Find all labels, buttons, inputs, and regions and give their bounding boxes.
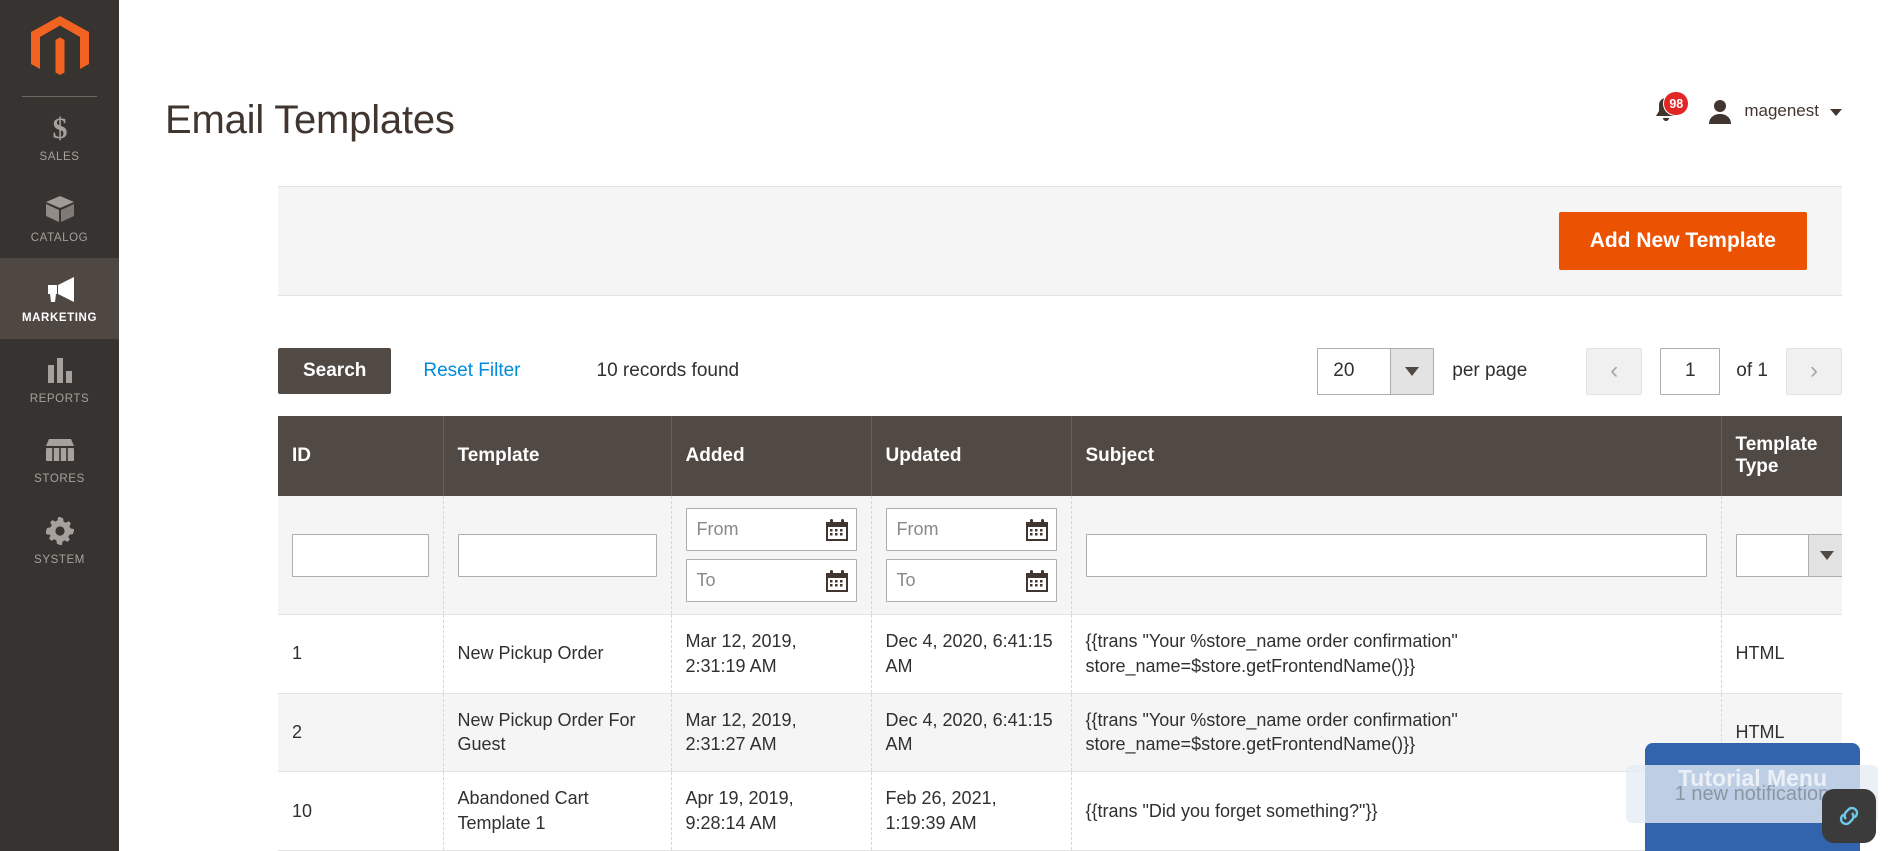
filter-updated-from-input[interactable] <box>885 508 1057 551</box>
cell-subject: {{trans "Your %store_name order confirma… <box>1071 614 1722 694</box>
per-page-label: per page <box>1452 360 1528 381</box>
sidebar: $ SALES CATALOG MARKETING REPORTS STORES… <box>0 0 119 851</box>
notification-badge: 98 <box>1663 91 1690 116</box>
column-header-added[interactable]: Added <box>671 416 872 496</box>
box-icon <box>45 194 75 224</box>
filter-id-input[interactable] <box>292 533 429 577</box>
filter-template-type-select[interactable] <box>1735 533 1842 577</box>
cell-subject: {{trans "Did you forget something?"}} <box>1071 771 1722 851</box>
user-menu[interactable]: magenest <box>1707 98 1842 124</box>
filter-cell-template-type <box>1721 496 1842 615</box>
per-page-value: 20 <box>1318 348 1391 394</box>
link-chain-icon <box>1839 806 1859 826</box>
filter-added-from <box>685 508 857 551</box>
filter-added-to <box>685 559 857 602</box>
cell-id: 1 <box>278 614 444 694</box>
column-header-template[interactable]: Template <box>443 416 672 496</box>
cell-updated: Dec 4, 2020, 6:41:15 AM <box>871 693 1072 773</box>
cell-template: New Pickup Order <box>443 614 672 694</box>
filter-template-type-value <box>1736 534 1808 576</box>
sidebar-item-label: CATALOG <box>30 231 89 244</box>
search-button[interactable]: Search <box>278 348 392 394</box>
sidebar-item-label: MARKETING <box>21 312 98 324</box>
page-actions-panel: Add New Template <box>278 186 1842 296</box>
magento-logo[interactable] <box>0 0 119 96</box>
filter-added-to-input[interactable] <box>685 559 857 602</box>
user-name: magenest <box>1744 101 1819 120</box>
filter-updated-to-input[interactable] <box>885 559 1057 602</box>
filter-updated-to <box>885 559 1057 602</box>
page-number-input[interactable] <box>1660 347 1721 395</box>
sidebar-item-catalog[interactable]: CATALOG <box>0 178 119 259</box>
storefront-icon <box>44 435 76 465</box>
page-header: Email Templates 98 magenest <box>119 62 1888 184</box>
grid-toolbar: Search Reset Filter 10 records found 20 … <box>278 340 1842 402</box>
cell-added: Apr 19, 2019, 9:28:14 AM <box>671 771 872 851</box>
cell-id: 10 <box>278 771 444 851</box>
table-row[interactable]: 2 New Pickup Order For Guest Mar 12, 201… <box>278 693 1842 773</box>
email-templates-grid: ID Template Added Updated Subject Templa… <box>278 416 1842 851</box>
filter-subject-input[interactable] <box>1085 533 1707 577</box>
cell-template: Abandoned Cart Template 1 <box>443 771 672 851</box>
cell-subject: {{trans "Your %store_name order confirma… <box>1071 693 1722 773</box>
sidebar-item-label: REPORTS <box>29 392 90 405</box>
admin-page: $ SALES CATALOG MARKETING REPORTS STORES… <box>0 0 1888 851</box>
previous-page-button[interactable]: ‹ <box>1586 347 1643 395</box>
main-content: Email Templates 98 magenest Add New Temp… <box>119 0 1888 851</box>
sidebar-item-label: STORES <box>34 473 85 485</box>
sidebar-item-sales[interactable]: $ SALES <box>0 97 119 178</box>
dollar-icon: $ <box>47 113 73 143</box>
cell-id: 2 <box>278 693 444 773</box>
filter-template-input[interactable] <box>457 533 657 577</box>
cell-added: Mar 12, 2019, 2:31:27 AM <box>671 693 872 773</box>
table-row[interactable]: 1 New Pickup Order Mar 12, 2019, 2:31:19… <box>278 614 1842 694</box>
cell-updated: Feb 26, 2021, 1:19:39 AM <box>871 771 1072 851</box>
next-page-button[interactable]: › <box>1786 347 1842 395</box>
cell-template: New Pickup Order For Guest <box>443 693 672 773</box>
pager: 20 per page ‹ of 1 › <box>1317 347 1842 395</box>
sidebar-item-label: SALES <box>39 151 80 163</box>
filter-added-from-input[interactable] <box>685 508 857 551</box>
column-header-updated[interactable]: Updated <box>871 416 1072 496</box>
chevron-down-icon <box>1390 348 1434 394</box>
cell-template-type: HTML <box>1721 614 1842 694</box>
grid-filter-row <box>278 496 1842 615</box>
cell-updated: Dec 4, 2020, 6:41:15 AM <box>871 614 1072 694</box>
filter-cell-template <box>443 496 672 615</box>
gear-icon <box>45 516 74 546</box>
filter-cell-id <box>278 496 444 615</box>
column-header-id[interactable]: ID <box>278 416 444 496</box>
avatar <box>1709 100 1732 124</box>
megaphone-icon <box>44 274 76 304</box>
sidebar-item-label: SYSTEM <box>34 553 85 566</box>
topbar <box>119 0 1888 62</box>
chevron-down-icon <box>1807 534 1842 576</box>
sidebar-item-stores[interactable]: STORES <box>0 419 119 500</box>
bar-chart-icon <box>46 355 74 385</box>
header-actions: 98 magenest <box>1653 91 1842 126</box>
tutorial-fab-button[interactable] <box>1822 789 1876 843</box>
sidebar-item-reports[interactable]: REPORTS <box>0 339 119 420</box>
filter-cell-subject <box>1071 496 1722 615</box>
total-pages-label: of 1 <box>1736 360 1768 381</box>
add-new-template-button[interactable]: Add New Template <box>1558 212 1807 270</box>
filter-updated-from <box>885 508 1057 551</box>
filter-cell-updated <box>871 496 1072 615</box>
filter-cell-added <box>671 496 872 615</box>
records-found-text: 10 records found <box>596 360 740 381</box>
notifications-bell[interactable]: 98 <box>1653 91 1690 126</box>
svg-text:$: $ <box>52 113 67 143</box>
cell-added: Mar 12, 2019, 2:31:19 AM <box>671 614 872 694</box>
grid-header-row: ID Template Added Updated Subject Templa… <box>278 416 1842 496</box>
page-title: Email Templates <box>165 98 455 142</box>
reset-filter-link[interactable]: Reset Filter <box>423 360 520 382</box>
chevron-down-icon <box>1830 108 1842 116</box>
per-page-select[interactable]: 20 <box>1317 347 1435 395</box>
column-header-template-type[interactable]: Template Type <box>1721 416 1842 496</box>
sidebar-item-marketing[interactable]: MARKETING <box>0 258 119 339</box>
sidebar-item-system[interactable]: SYSTEM <box>0 500 119 581</box>
table-row[interactable]: 10 Abandoned Cart Template 1 Apr 19, 201… <box>278 771 1842 851</box>
column-header-subject[interactable]: Subject <box>1071 416 1722 496</box>
